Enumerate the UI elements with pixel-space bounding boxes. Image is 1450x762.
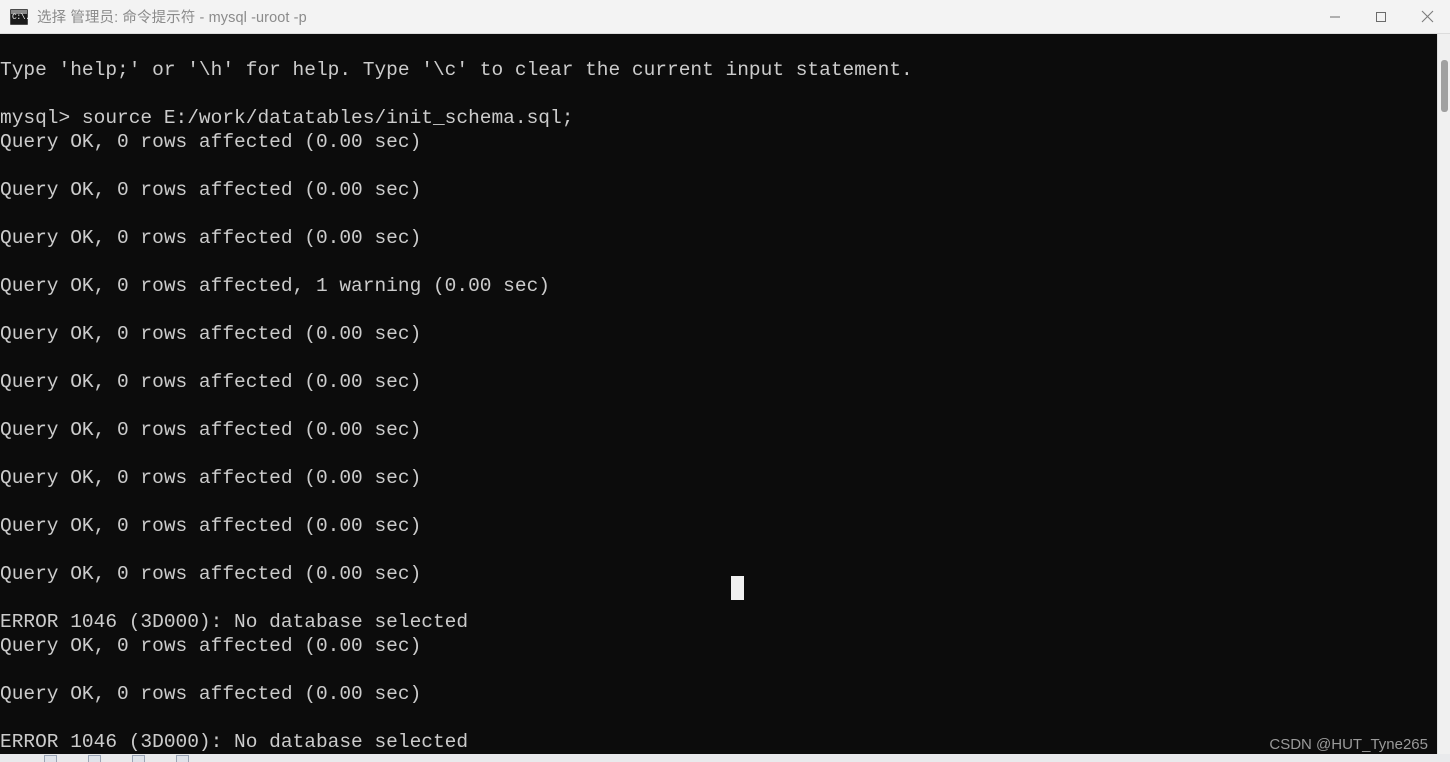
- terminal-line: Query OK, 0 rows affected (0.00 sec): [0, 227, 422, 249]
- minimize-icon: [1330, 16, 1340, 17]
- command-prompt-icon-label: C:\.: [12, 12, 30, 22]
- taskbar-item[interactable]: [132, 755, 145, 762]
- terminal-line: Query OK, 0 rows affected (0.00 sec): [0, 563, 422, 585]
- terminal-line: ERROR 1046 (3D000): No database selected: [0, 731, 469, 753]
- terminal-line: Query OK, 0 rows affected (0.00 sec): [0, 467, 422, 489]
- terminal-text-buffer: Type 'help;' or '\h' for help. Type '\c'…: [0, 34, 913, 754]
- taskbar-item[interactable]: [44, 755, 57, 762]
- terminal-line: mysql> source E:/work/datatables/init_sc…: [0, 107, 574, 129]
- vertical-scrollbar[interactable]: [1437, 34, 1450, 762]
- command-prompt-icon: C:\.: [10, 8, 30, 25]
- taskbar-item[interactable]: [88, 755, 101, 762]
- scrollbar-thumb[interactable]: [1441, 60, 1448, 112]
- command-prompt-window: C:\. 选择 管理员: 命令提示符 - mysql -uroot -p Typ…: [0, 0, 1450, 762]
- terminal-line: Query OK, 0 rows affected, 1 warning (0.…: [0, 275, 550, 297]
- csdn-watermark: CSDN @HUT_Tyne265: [1269, 736, 1428, 753]
- maximize-icon: [1376, 11, 1386, 22]
- maximize-button[interactable]: [1358, 0, 1404, 33]
- terminal-line: Query OK, 0 rows affected (0.00 sec): [0, 683, 422, 705]
- terminal-output-area[interactable]: Type 'help;' or '\h' for help. Type '\c'…: [0, 34, 1437, 762]
- terminal-line: Query OK, 0 rows affected (0.00 sec): [0, 371, 422, 393]
- terminal-line: Query OK, 0 rows affected (0.00 sec): [0, 515, 422, 537]
- terminal-line: ERROR 1046 (3D000): No database selected: [0, 611, 469, 633]
- minimize-button[interactable]: [1312, 0, 1358, 33]
- terminal-line: Query OK, 0 rows affected (0.00 sec): [0, 131, 422, 153]
- close-button[interactable]: [1404, 0, 1450, 33]
- terminal-line: Query OK, 0 rows affected (0.00 sec): [0, 179, 422, 201]
- terminal-line: Query OK, 0 rows affected (0.00 sec): [0, 419, 422, 441]
- title-bar[interactable]: C:\. 选择 管理员: 命令提示符 - mysql -uroot -p: [0, 0, 1450, 34]
- taskbar-sliver[interactable]: [0, 754, 1450, 762]
- window-title: 选择 管理员: 命令提示符 - mysql -uroot -p: [37, 10, 307, 26]
- close-icon: [1421, 10, 1433, 23]
- terminal-line: Type 'help;' or '\h' for help. Type '\c'…: [0, 59, 913, 81]
- terminal-line: Query OK, 0 rows affected (0.00 sec): [0, 323, 422, 345]
- text-cursor-block: [731, 576, 744, 600]
- taskbar-item[interactable]: [176, 755, 189, 762]
- terminal-line: Query OK, 0 rows affected (0.00 sec): [0, 635, 422, 657]
